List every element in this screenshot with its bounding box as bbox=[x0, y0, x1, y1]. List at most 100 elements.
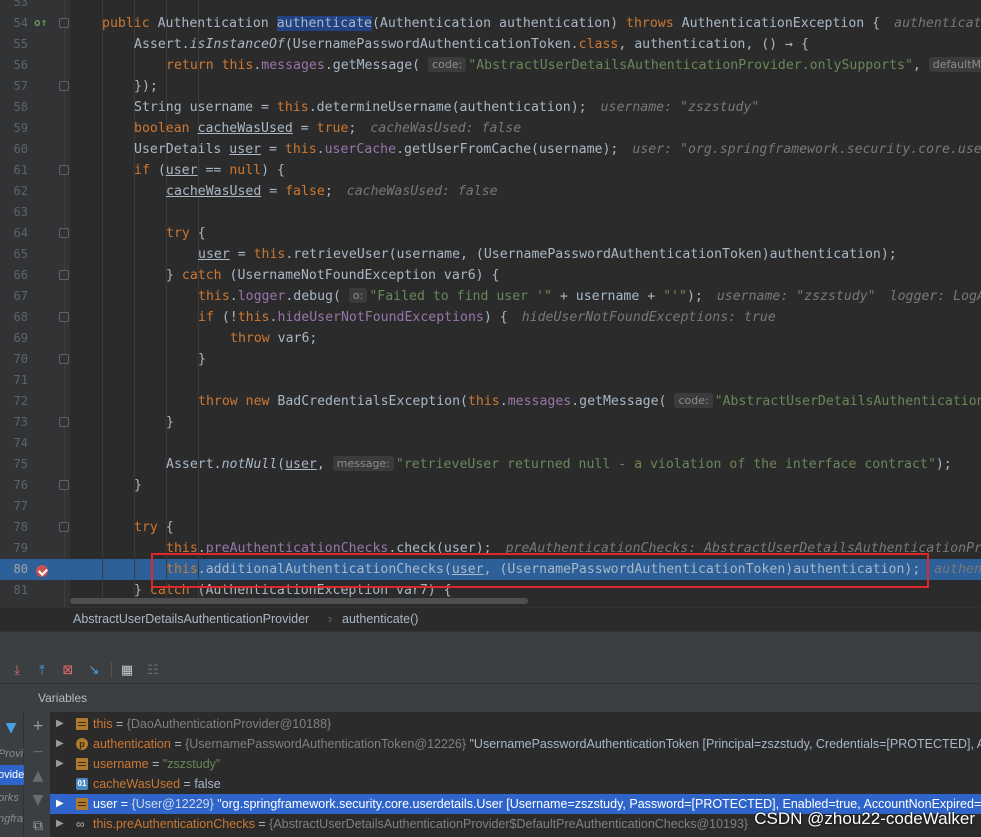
breadcrumb-class[interactable]: AbstractUserDetailsAuthenticationProvide… bbox=[73, 608, 309, 631]
code-line[interactable]: 77 bbox=[0, 496, 981, 517]
code-text[interactable]: user = this.retrieveUser(username, (User… bbox=[70, 244, 897, 265]
code-text[interactable]: Assert.isInstanceOf(UsernamePasswordAuth… bbox=[70, 34, 809, 55]
code-text[interactable]: if (!this.hideUserNotFoundExceptions) {h… bbox=[70, 307, 776, 328]
code-line[interactable]: 75 Assert.notNull(user, message: "retrieve… bbox=[0, 454, 981, 475]
filter-icon[interactable]: ▼ bbox=[3, 720, 19, 736]
remove-watch-icon[interactable]: − bbox=[30, 744, 46, 760]
line-number[interactable]: 68 bbox=[0, 307, 28, 328]
line-number[interactable]: 72 bbox=[0, 391, 28, 412]
line-number[interactable]: 60 bbox=[0, 139, 28, 160]
step-out-icon[interactable]: ⤒ bbox=[33, 661, 51, 679]
line-number[interactable]: 66 bbox=[0, 265, 28, 286]
code-line[interactable]: 53 bbox=[0, 0, 981, 13]
line-number[interactable]: 61 bbox=[0, 160, 28, 181]
line-number[interactable]: 57 bbox=[0, 76, 28, 97]
code-text[interactable]: }); bbox=[70, 76, 158, 97]
line-number[interactable]: 65 bbox=[0, 244, 28, 265]
code-text[interactable]: this.logger.debug( o: "Failed to find use… bbox=[70, 286, 981, 307]
frame-fragment[interactable]: orks bbox=[0, 788, 24, 808]
code-line[interactable]: 68 if (!this.hideUserNotFoundExceptions) … bbox=[0, 307, 981, 328]
code-text[interactable]: try { bbox=[70, 223, 206, 244]
evaluate-expression-icon[interactable]: ▦ bbox=[118, 661, 136, 679]
fold-marker[interactable] bbox=[59, 270, 69, 280]
code-text[interactable]: boolean cacheWasUsed = true; cacheWasUsed… bbox=[70, 118, 521, 139]
line-number[interactable]: 67 bbox=[0, 286, 28, 307]
code-line[interactable]: 65 user = this.retrieveUser(username, (Us… bbox=[0, 244, 981, 265]
code-text[interactable]: } catch (UsernameNotFoundException var6)… bbox=[70, 265, 499, 286]
code-line[interactable]: 64 try { bbox=[0, 223, 981, 244]
frame-fragment-selected[interactable]: ovide bbox=[0, 765, 24, 785]
code-line[interactable]: 78 try { bbox=[0, 517, 981, 538]
expand-arrow-icon[interactable]: ▶ bbox=[56, 734, 64, 754]
drop-frame-icon[interactable]: ⊠ bbox=[59, 661, 77, 679]
code-text[interactable]: cacheWasUsed = false; cacheWasUsed: false bbox=[70, 181, 498, 202]
fold-marker[interactable] bbox=[59, 417, 69, 427]
line-number[interactable]: 56 bbox=[0, 55, 28, 76]
code-line[interactable]: 71 bbox=[0, 370, 981, 391]
line-number[interactable]: 77 bbox=[0, 496, 28, 517]
fold-marker[interactable] bbox=[59, 312, 69, 322]
expand-arrow-icon[interactable]: ▶ bbox=[56, 794, 64, 814]
code-line[interactable]: 57}); bbox=[0, 76, 981, 97]
code-text[interactable]: Assert.notNull(user, message: "retrieveUs… bbox=[70, 454, 952, 475]
line-number[interactable]: 55 bbox=[0, 34, 28, 55]
code-text[interactable]: throw new BadCredentialsException(this.m… bbox=[70, 391, 981, 412]
variable-row[interactable]: ▶ this = {DaoAuthenticationProvider@10188… bbox=[50, 714, 981, 734]
line-number[interactable]: 59 bbox=[0, 118, 28, 139]
move-up-icon[interactable]: ▲ bbox=[30, 768, 46, 784]
code-text[interactable]: public Authentication authenticate(Authe… bbox=[70, 13, 981, 34]
variable-row[interactable]: 01 cacheWasUsed = false bbox=[50, 774, 981, 794]
breakpoint-icon[interactable] bbox=[36, 565, 48, 577]
line-number[interactable]: 73 bbox=[0, 412, 28, 433]
code-line[interactable]: 76} bbox=[0, 475, 981, 496]
code-line[interactable]: 73} bbox=[0, 412, 981, 433]
code-text[interactable]: } bbox=[70, 412, 174, 433]
code-line[interactable]: 56 return this.messages.getMessage( code:… bbox=[0, 55, 981, 76]
code-line[interactable]: 59 boolean cacheWasUsed = true; cacheWasUs… bbox=[0, 118, 981, 139]
code-text[interactable]: } bbox=[70, 475, 142, 496]
line-number[interactable]: 58 bbox=[0, 97, 28, 118]
line-number[interactable]: 78 bbox=[0, 517, 28, 538]
horizontal-scrollbar[interactable] bbox=[70, 598, 528, 604]
move-down-icon[interactable]: ▼ bbox=[30, 792, 46, 808]
code-text[interactable]: throw var6; bbox=[70, 328, 317, 349]
code-line[interactable]: 74 bbox=[0, 433, 981, 454]
add-watch-icon[interactable]: + bbox=[30, 718, 46, 734]
line-number[interactable]: 76 bbox=[0, 475, 28, 496]
line-number[interactable]: 74 bbox=[0, 433, 28, 454]
expand-arrow-icon[interactable]: ▶ bbox=[56, 814, 64, 834]
code-line[interactable]: 61 if (user == null) { bbox=[0, 160, 981, 181]
fold-marker[interactable] bbox=[59, 18, 69, 28]
line-number[interactable]: 71 bbox=[0, 370, 28, 391]
line-number[interactable]: 81 bbox=[0, 580, 28, 601]
frame-fragment[interactable]: Provi bbox=[0, 744, 24, 764]
code-text[interactable]: UserDetails user = this.userCache.getUse… bbox=[70, 139, 981, 160]
fold-marker[interactable] bbox=[59, 522, 69, 532]
code-editor[interactable]: 53 54 public Authentication authenticate(A… bbox=[0, 0, 981, 607]
code-text[interactable]: String username = this.determineUsername… bbox=[70, 97, 759, 118]
run-to-cursor-icon[interactable]: ↘ bbox=[85, 661, 103, 679]
line-number[interactable]: 70 bbox=[0, 349, 28, 370]
code-text[interactable]: if (user == null) { bbox=[70, 160, 285, 181]
trace-icon[interactable]: ☷ bbox=[144, 661, 162, 679]
line-number[interactable]: 75 bbox=[0, 454, 28, 475]
line-number[interactable]: 64 bbox=[0, 223, 28, 244]
breadcrumb-method[interactable]: authenticate() bbox=[342, 608, 418, 631]
line-number[interactable]: 79 bbox=[0, 538, 28, 559]
line-number[interactable]: 80 bbox=[0, 559, 28, 580]
code-line[interactable]: 55 Assert.isInstanceOf(UsernamePasswordAu… bbox=[0, 34, 981, 55]
fold-marker[interactable] bbox=[59, 228, 69, 238]
code-line[interactable]: 69 throw var6; bbox=[0, 328, 981, 349]
line-number[interactable]: 69 bbox=[0, 328, 28, 349]
code-line[interactable]: 62 cacheWasUsed = false; cacheWasUsed: fal… bbox=[0, 181, 981, 202]
code-line[interactable]: 54 public Authentication authenticate(Aut… bbox=[0, 13, 981, 34]
code-line[interactable]: 67 this.logger.debug( o: "Failed to find u… bbox=[0, 286, 981, 307]
code-line[interactable]: 70} bbox=[0, 349, 981, 370]
fold-marker[interactable] bbox=[59, 81, 69, 91]
line-number[interactable]: 54 bbox=[0, 13, 28, 34]
code-text[interactable]: try { bbox=[70, 517, 174, 538]
code-line[interactable]: 63 bbox=[0, 202, 981, 223]
variable-row[interactable]: ▶ username = "zszstudy" bbox=[50, 754, 981, 774]
code-line[interactable]: 58 String username = this.determineUserna… bbox=[0, 97, 981, 118]
fold-marker[interactable] bbox=[59, 480, 69, 490]
